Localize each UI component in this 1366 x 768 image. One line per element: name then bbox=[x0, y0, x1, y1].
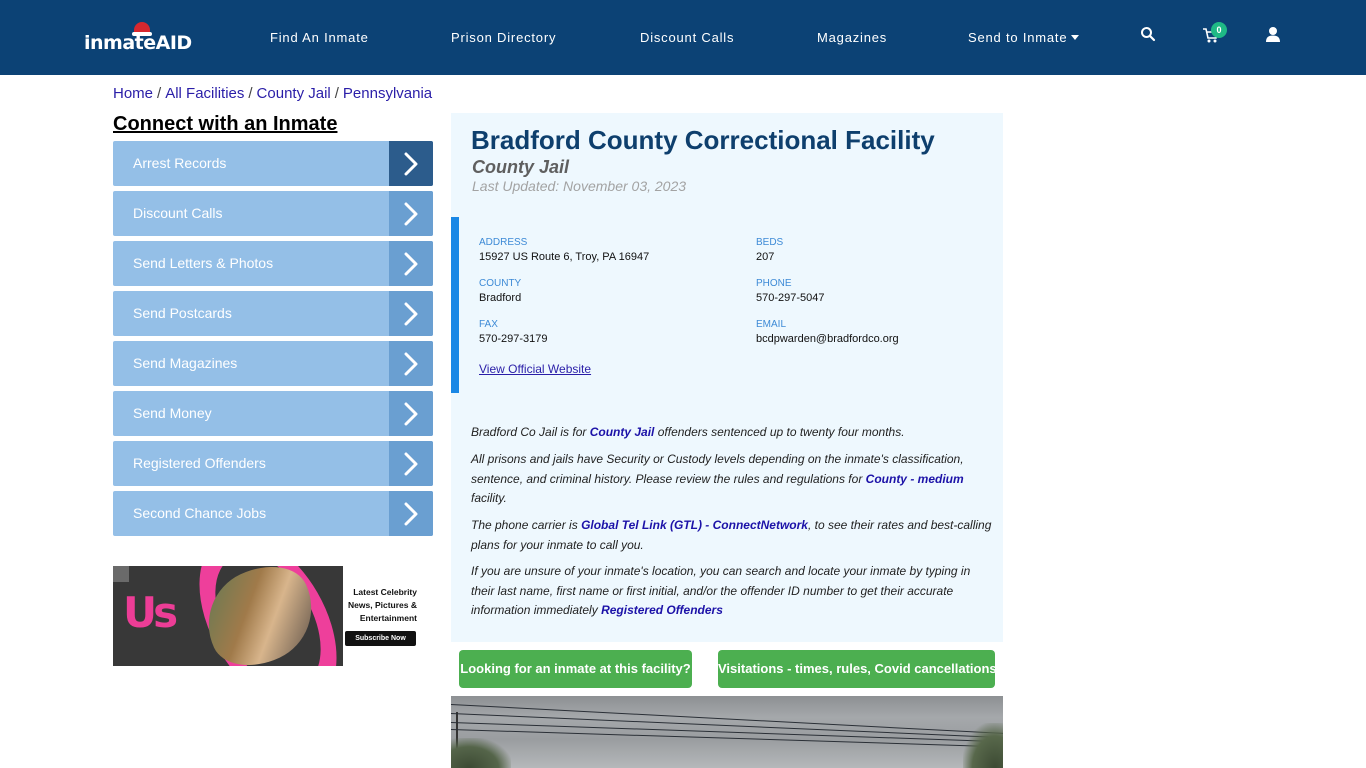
chevron-right-icon bbox=[404, 502, 418, 526]
beds-label: BEDS bbox=[756, 237, 784, 248]
sidebar-item-registered-offenders[interactable]: Registered Offenders bbox=[113, 441, 433, 486]
facility-photo bbox=[451, 696, 1003, 768]
paragraph-jail-description: Bradford Co Jail is for County Jail offe… bbox=[471, 425, 905, 439]
gtl-connectnetwork-link[interactable]: Global Tel Link (GTL) - ConnectNetwork bbox=[581, 518, 808, 532]
find-inmate-at-facility-button[interactable]: Looking for an inmate at this facility? bbox=[459, 650, 692, 688]
info-accent-bar bbox=[451, 217, 459, 393]
sidebar-item-send-letters-photos[interactable]: Send Letters & Photos bbox=[113, 241, 433, 286]
sidebar-item-label: Registered Offenders bbox=[133, 455, 266, 471]
breadcrumb-county-jail[interactable]: County Jail bbox=[257, 85, 331, 102]
chevron-right-icon bbox=[404, 302, 418, 326]
nav-send-to-inmate[interactable]: Send to Inmate bbox=[968, 30, 1080, 46]
sidebar-item-label: Send Magazines bbox=[133, 355, 238, 371]
nav-magazines[interactable]: Magazines bbox=[817, 30, 887, 46]
facility-title: Bradford County Correctional Facility bbox=[471, 125, 935, 155]
cart-count-badge: 0 bbox=[1211, 22, 1227, 38]
chevron-right-icon bbox=[404, 202, 418, 226]
us-weekly-ad-banner[interactable]: Us Latest Celebrity News, Pictures & Ent… bbox=[113, 566, 423, 666]
subscribe-now-button[interactable]: Subscribe Now bbox=[345, 631, 416, 646]
chevron-right-icon bbox=[404, 252, 418, 276]
fax-value: 570-297-3179 bbox=[479, 333, 548, 345]
breadcrumb-all-facilities[interactable]: All Facilities bbox=[165, 85, 244, 102]
address-label: ADDRESS bbox=[479, 237, 528, 248]
chevron-right-icon bbox=[404, 452, 418, 476]
paragraph-phone-carrier: The phone carrier is Global Tel Link (GT… bbox=[471, 518, 992, 552]
chevron-right-icon bbox=[404, 152, 418, 176]
chevron-right-icon bbox=[404, 352, 418, 376]
caret-down-icon bbox=[1071, 35, 1080, 40]
breadcrumb-separator: / bbox=[334, 85, 339, 102]
county-medium-link[interactable]: County - medium bbox=[866, 472, 964, 486]
phone-label: PHONE bbox=[756, 278, 792, 289]
sidebar-item-send-money[interactable]: Send Money bbox=[113, 391, 433, 436]
facility-type: County Jail bbox=[472, 157, 570, 177]
breadcrumb-pennsylvania[interactable]: Pennsylvania bbox=[343, 85, 432, 102]
county-value: Bradford bbox=[479, 292, 522, 304]
logo-text-main: inmate bbox=[84, 32, 156, 54]
sidebar-item-label: Send Money bbox=[133, 405, 212, 421]
paragraph-inmate-search: If you are unsure of your inmate's locat… bbox=[471, 564, 971, 617]
beds-value: 207 bbox=[756, 251, 775, 263]
phone-value: 570-297-5047 bbox=[756, 292, 825, 304]
ad-tagline: Latest Celebrity News, Pictures & Entert… bbox=[348, 587, 417, 623]
sidebar-item-label: Discount Calls bbox=[133, 205, 223, 221]
sidebar-item-second-chance-jobs[interactable]: Second Chance Jobs bbox=[113, 491, 433, 536]
last-updated: Last Updated: November 03, 2023 bbox=[472, 178, 687, 194]
email-value: bcdpwarden@bradfordco.org bbox=[756, 333, 899, 345]
sidebar-item-send-postcards[interactable]: Send Postcards bbox=[113, 291, 433, 336]
logo-text-accent: AID bbox=[155, 32, 193, 54]
paragraph-security-levels: All prisons and jails have Security or C… bbox=[471, 452, 964, 505]
sidebar-item-label: Arrest Records bbox=[133, 155, 227, 171]
view-official-website-link[interactable]: View Official Website bbox=[479, 362, 591, 376]
inmateaid-logo[interactable]: inmateAID bbox=[84, 22, 192, 56]
connect-with-inmate-heading: Connect with an Inmate bbox=[113, 113, 338, 135]
sidebar-item-label: Second Chance Jobs bbox=[133, 505, 267, 521]
fax-label: FAX bbox=[479, 319, 498, 330]
nav-find-an-inmate[interactable]: Find An Inmate bbox=[270, 30, 369, 46]
nav-send-to-inmate-label: Send to Inmate bbox=[968, 30, 1068, 45]
user-icon[interactable] bbox=[1265, 26, 1285, 46]
sidebar-item-arrest-records[interactable]: Arrest Records bbox=[113, 141, 433, 186]
county-jail-link[interactable]: County Jail bbox=[590, 425, 655, 439]
visitations-button[interactable]: Visitations - times, rules, Covid cancel… bbox=[718, 650, 997, 688]
sidebar-item-label: Send Letters & Photos bbox=[133, 255, 274, 271]
us-weekly-logo: Us bbox=[123, 588, 178, 637]
breadcrumb-separator: / bbox=[157, 85, 162, 102]
chevron-right-icon bbox=[404, 402, 418, 426]
breadcrumb-separator: / bbox=[248, 85, 253, 102]
nav-discount-calls[interactable]: Discount Calls bbox=[640, 30, 734, 46]
sidebar-item-label: Send Postcards bbox=[133, 305, 232, 321]
address-value: 15927 US Route 6, Troy, PA 16947 bbox=[479, 251, 650, 263]
email-label: EMAIL bbox=[756, 319, 787, 330]
breadcrumb: Home / All Facilities / County Jail / Pennsylv… bbox=[113, 85, 432, 102]
county-label: COUNTY bbox=[479, 278, 522, 289]
sidebar-item-discount-calls[interactable]: Discount Calls bbox=[113, 191, 433, 236]
sidebar-item-send-magazines[interactable]: Send Magazines bbox=[113, 341, 433, 386]
search-icon[interactable] bbox=[1140, 26, 1160, 46]
nav-prison-directory[interactable]: Prison Directory bbox=[451, 30, 556, 46]
top-navbar: inmateAID Find An Inmate Prison Director… bbox=[0, 0, 1366, 75]
registered-offenders-link[interactable]: Registered Offenders bbox=[601, 603, 723, 617]
breadcrumb-home[interactable]: Home bbox=[113, 85, 153, 102]
